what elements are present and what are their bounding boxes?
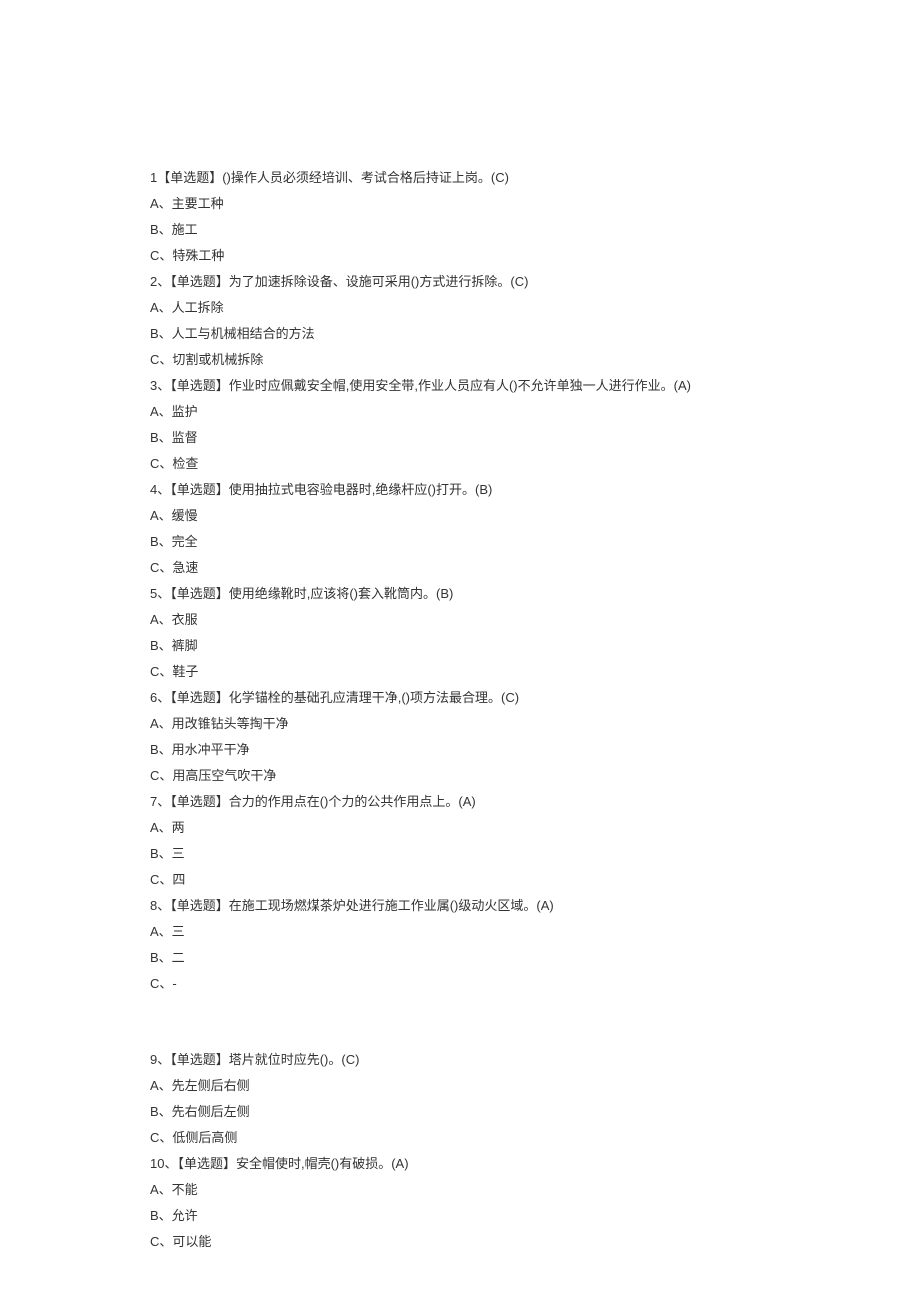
question-option: A、用改锥钻头等掏干净 xyxy=(150,711,770,737)
question-option: C、鞋子 xyxy=(150,659,770,685)
question-stem: 5、【单选题】使用绝缘靴时,应该将()套入靴筒内。(B) xyxy=(150,581,770,607)
question-option: C、用高压空气吹干净 xyxy=(150,763,770,789)
question-option: B、施工 xyxy=(150,217,770,243)
question-option: A、主要工种 xyxy=(150,191,770,217)
question-option: C、低侧后高侧 xyxy=(150,1125,770,1151)
question-option: A、不能 xyxy=(150,1177,770,1203)
question-stem: 4、【单选题】使用抽拉式电容验电器时,绝缘杆应()打开。(B) xyxy=(150,477,770,503)
section-gap xyxy=(150,997,770,1047)
question-option: A、监护 xyxy=(150,399,770,425)
question-option: B、二 xyxy=(150,945,770,971)
question-option: B、三 xyxy=(150,841,770,867)
question-stem: 3、【单选题】作业时应佩戴安全帽,使用安全带,作业人员应有人()不允许单独一人进… xyxy=(150,373,770,399)
question-option: B、允许 xyxy=(150,1203,770,1229)
question-option: C、急速 xyxy=(150,555,770,581)
question-option: B、裤脚 xyxy=(150,633,770,659)
question-option: C、特殊工种 xyxy=(150,243,770,269)
question-option: C、可以能 xyxy=(150,1229,770,1255)
question-option: A、三 xyxy=(150,919,770,945)
question-option: A、两 xyxy=(150,815,770,841)
question-option: A、衣服 xyxy=(150,607,770,633)
question-stem: 1【单选题】()操作人员必须经培训、考试合格后持证上岗。(C) xyxy=(150,165,770,191)
question-option: B、完全 xyxy=(150,529,770,555)
question-stem: 2、【单选题】为了加速拆除设备、设施可采用()方式进行拆除。(C) xyxy=(150,269,770,295)
question-option: C、- xyxy=(150,971,770,997)
question-option: A、人工拆除 xyxy=(150,295,770,321)
question-option: B、用水冲平干净 xyxy=(150,737,770,763)
question-stem: 6、【单选题】化学锚栓的基础孔应清理干净,()项方法最合理。(C) xyxy=(150,685,770,711)
question-stem: 8、【单选题】在施工现场燃煤茶炉处进行施工作业属()级动火区域。(A) xyxy=(150,893,770,919)
question-option: B、人工与机械相结合的方法 xyxy=(150,321,770,347)
question-option: C、切割或机械拆除 xyxy=(150,347,770,373)
question-stem: 9、【单选题】塔片就位时应先()。(C) xyxy=(150,1047,770,1073)
question-option: B、监督 xyxy=(150,425,770,451)
question-option: C、四 xyxy=(150,867,770,893)
question-option: B、先右侧后左侧 xyxy=(150,1099,770,1125)
question-option: A、缓慢 xyxy=(150,503,770,529)
document-content: 1【单选题】()操作人员必须经培训、考试合格后持证上岗。(C) A、主要工种 B… xyxy=(150,165,770,1255)
question-stem: 10、【单选题】安全帽使时,帽壳()有破损。(A) xyxy=(150,1151,770,1177)
question-option: A、先左侧后右侧 xyxy=(150,1073,770,1099)
question-option: C、检查 xyxy=(150,451,770,477)
question-stem: 7、【单选题】合力的作用点在()个力的公共作用点上。(A) xyxy=(150,789,770,815)
